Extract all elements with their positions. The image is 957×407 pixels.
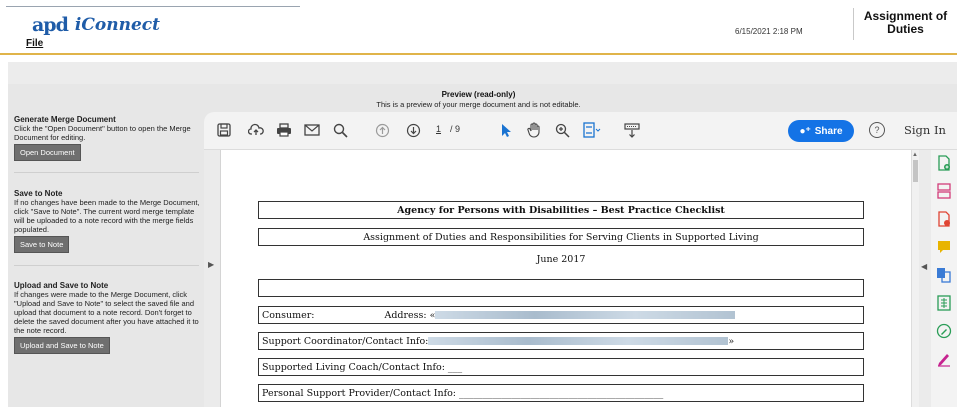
upload-description: If changes were made to the Merge Docume… (14, 290, 199, 335)
more-tools-icon[interactable] (622, 120, 642, 140)
share-label: Share (814, 125, 843, 137)
cursor-icon[interactable] (496, 120, 516, 140)
save-to-note-button[interactable]: Save to Note (14, 236, 70, 253)
upload-section: Upload and Save to Note If changes were … (14, 281, 204, 354)
excel-export-icon[interactable] (935, 294, 953, 312)
zoom-in-icon[interactable] (552, 120, 572, 140)
top-band (8, 62, 957, 84)
coordinator-tail: » (728, 335, 735, 347)
export-pdf-icon[interactable] (935, 210, 953, 228)
page-title: Assignment of Duties (863, 9, 948, 36)
document-page: Agency for Persons with Disabilities – B… (221, 150, 911, 407)
share-button[interactable]: ●⁺ Share (788, 120, 854, 142)
help-icon[interactable]: ? (869, 122, 885, 138)
generate-description: Click the "Open Document" button to open… (14, 124, 191, 142)
preview-title: Preview (read-only) (441, 90, 516, 99)
expand-right-icon: ▶ (208, 260, 215, 269)
search-icon[interactable] (330, 120, 350, 140)
add-user-icon: ●⁺ (799, 125, 811, 137)
next-page-icon[interactable] (403, 120, 423, 140)
combine-files-icon[interactable] (935, 266, 953, 284)
doc-subheading: Assignment of Duties and Responsibilitie… (258, 228, 864, 246)
provider-row: Personal Support Provider/Contact Info: … (258, 384, 864, 402)
prev-page-icon[interactable] (372, 120, 392, 140)
datetime: 6/15/2021 2:18 PM (735, 27, 803, 36)
logo-text: iConnect (74, 15, 160, 35)
consumer-label: Consumer: (262, 309, 315, 321)
right-pane-toggle[interactable]: ◀ (919, 150, 931, 407)
hand-icon[interactable] (524, 120, 544, 140)
preview-subtitle: This is a preview of your merge document… (376, 100, 581, 109)
consumer-row: Consumer: Address: « (258, 306, 864, 324)
file-menu[interactable]: File (26, 38, 43, 49)
section-divider (14, 265, 199, 266)
sign-in-link[interactable]: Sign In (904, 123, 946, 137)
redacted-coordinator (428, 337, 729, 345)
tools-rail (931, 150, 957, 407)
edit-pdf-icon[interactable] (935, 322, 953, 340)
header-separator (853, 8, 854, 40)
coordinator-row: Support Coordinator/Contact Info: » (258, 332, 864, 350)
fit-page-icon[interactable] (582, 120, 602, 140)
comment-icon[interactable] (935, 238, 953, 256)
coach-row: Supported Living Coach/Contact Info: ___ (258, 358, 864, 376)
create-pdf-icon[interactable] (935, 154, 953, 172)
app-logo[interactable]: apd iConnect (32, 14, 160, 36)
coordinator-label: Support Coordinator/Contact Info: (262, 335, 429, 347)
upload-and-save-button[interactable]: Upload and Save to Note (14, 337, 110, 354)
left-pane-toggle[interactable]: ▶ (204, 150, 221, 407)
email-icon[interactable] (302, 120, 322, 140)
section-divider (14, 172, 199, 173)
generate-section: Generate Merge Document Click the "Open … (14, 115, 204, 161)
save-icon[interactable] (214, 120, 234, 140)
collapse-left-icon: ◀ (921, 262, 928, 271)
top-rule (6, 6, 300, 7)
fill-sign-icon[interactable] (935, 350, 953, 368)
save-title: Save to Note (14, 189, 63, 198)
redacted-address (435, 311, 736, 319)
page-number-input[interactable]: 1 (436, 124, 441, 134)
generate-title: Generate Merge Document (14, 115, 116, 124)
pdf-viewer: 1 / 9 ●⁺ Share ? Sign In ▶ Agency for Pe… (204, 112, 957, 407)
viewer-toolbar: 1 / 9 ●⁺ Share ? Sign In (204, 112, 957, 150)
doc-date: June 2017 (536, 254, 586, 265)
organize-pages-icon[interactable] (935, 182, 953, 200)
logo-mark: apd (32, 14, 69, 36)
upload-title: Upload and Save to Note (14, 281, 109, 290)
doc-heading: Agency for Persons with Disabilities – B… (258, 201, 864, 219)
header-divider (0, 53, 957, 55)
print-icon[interactable] (274, 120, 294, 140)
doc-blank-row (258, 279, 864, 297)
page-total: / 9 (450, 124, 461, 134)
address-label: Address: « (384, 309, 436, 321)
scroll-thumb[interactable] (913, 160, 918, 182)
save-description: If no changes have been made to the Merg… (14, 198, 200, 234)
upload-cloud-icon[interactable] (246, 120, 266, 140)
save-section: Save to Note If no changes have been mad… (14, 189, 204, 253)
open-document-button[interactable]: Open Document (14, 144, 81, 161)
scroll-up-icon[interactable]: ▲ (912, 152, 918, 158)
